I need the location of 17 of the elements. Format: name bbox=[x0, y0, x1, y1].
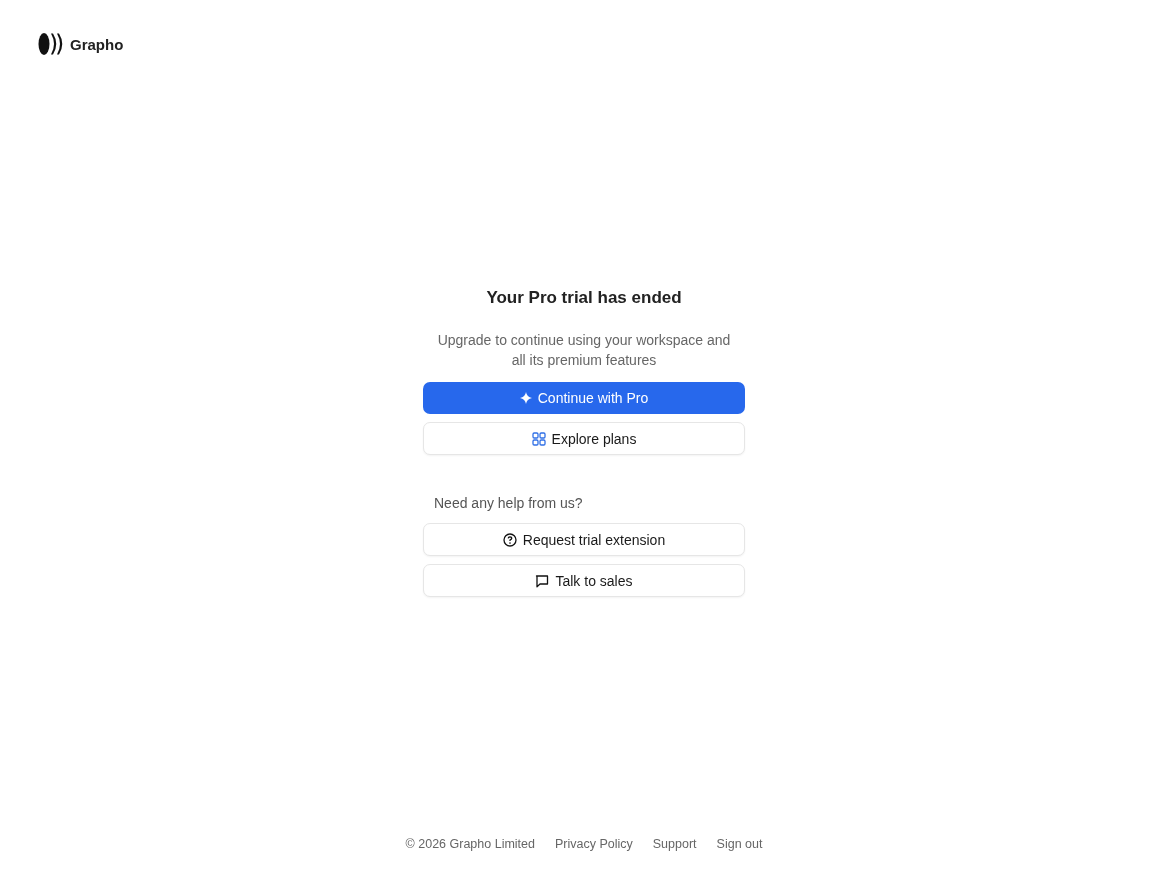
primary-button[interactable]: Continue with Pro bbox=[423, 382, 745, 414]
brand-name: Grapho bbox=[70, 35, 124, 53]
secondary-button[interactable]: Talk to sales bbox=[423, 564, 745, 597]
footer-link[interactable]: Sign out bbox=[716, 837, 763, 851]
dialog-title: Your Pro trial has ended bbox=[486, 288, 682, 308]
question-icon bbox=[502, 532, 517, 547]
secondary-button[interactable]: Request trial extension bbox=[423, 523, 745, 556]
dialog-message: Upgrade to continue using your workspace and all its premium features bbox=[436, 331, 732, 370]
secondary-button[interactable]: Explore plans bbox=[423, 422, 745, 455]
logo-icon bbox=[38, 32, 63, 56]
grid-icon bbox=[531, 431, 546, 446]
sparkle-icon bbox=[519, 392, 532, 404]
help-label: Need any help from us? bbox=[434, 495, 584, 511]
chat-bubble-icon bbox=[535, 573, 550, 588]
copyright-text: © 2026 Grapho Limited bbox=[405, 837, 535, 851]
footer-link[interactable]: Support bbox=[652, 837, 697, 851]
footer-link[interactable]: Privacy Policy bbox=[555, 837, 633, 851]
